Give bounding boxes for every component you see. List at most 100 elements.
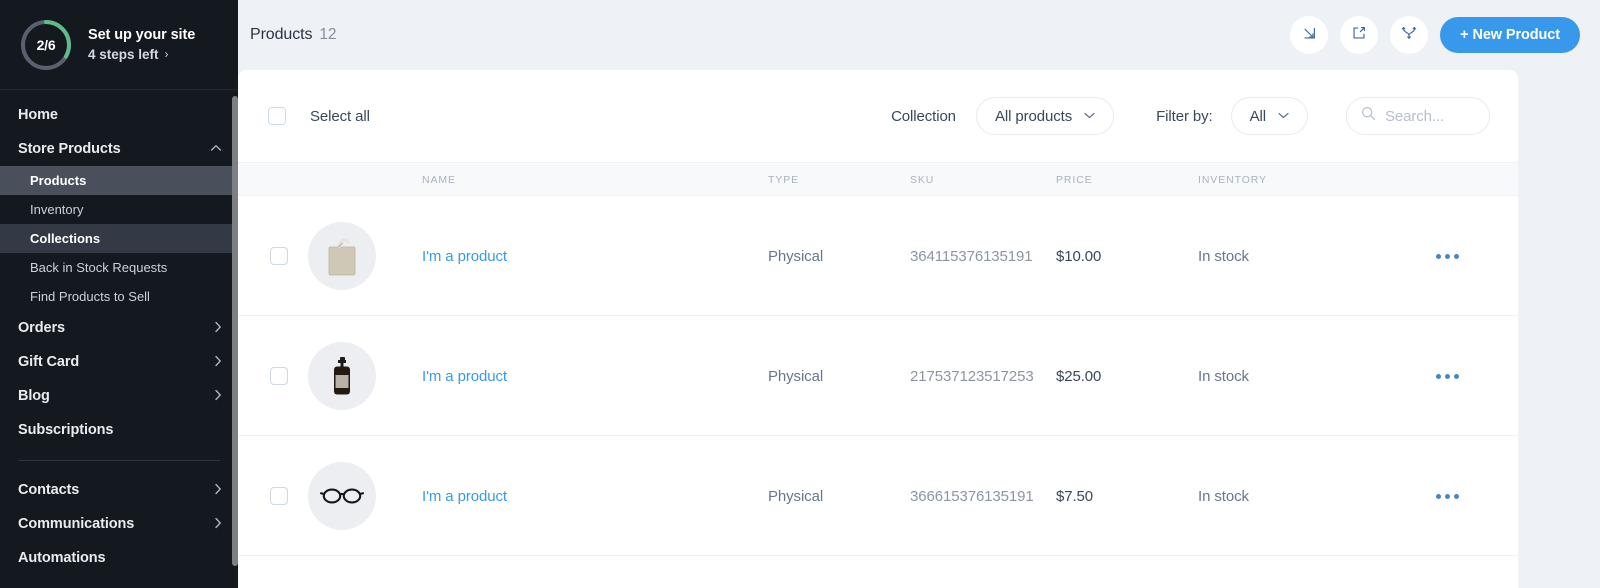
page-scrollbar[interactable] [1594,0,1600,588]
sidebar-divider [18,460,220,461]
table-body: I'm a product Physical 364115376135191 $10.… [238,196,1518,556]
collection-dropdown-value: All products [994,107,1073,125]
product-type: Physical [768,487,824,505]
chevron-down-icon [1278,111,1289,122]
setup-steps-left: 4 steps left [88,46,159,62]
chevron-right-icon [214,321,222,336]
more-icon-dot [1454,373,1459,379]
product-sku: 364115376135191 [910,247,1033,265]
column-header-price: PRICE [1056,174,1093,186]
more-icon-dot [1436,493,1441,499]
more-icon-dot [1454,253,1459,259]
sidebar-item-label: Home [18,107,58,123]
product-price: $25.00 [1056,367,1102,385]
setup-text: Set up your site 4 steps left › [88,26,195,64]
sidebar-item-orders[interactable]: Orders [0,311,238,345]
row-checkbox[interactable] [270,247,288,265]
product-price: $10.00 [1056,247,1102,265]
product-type: Physical [768,367,824,385]
sidebar-item-label: Orders [18,320,65,336]
sidebar-subitem-collections[interactable]: Collections [0,224,238,253]
select-all-label: Select all [310,107,370,125]
sidebar-item-label: Gift Card [18,354,80,370]
search-icon [1361,106,1376,126]
chevron-right-icon [214,517,222,532]
sidebar-subitem-label: Products [30,173,87,188]
setup-subtitle: 4 steps left › [88,45,195,64]
search-box[interactable] [1346,97,1490,135]
pump-bottle-thumbnail [308,342,376,410]
more-icon-dot [1445,253,1450,259]
row-checkbox[interactable] [270,487,288,505]
row-checkbox[interactable] [270,367,288,385]
top-bar: Products 12 + New Product [238,0,1600,70]
sidebar-item-label: Communications [18,516,135,532]
filter-by-dropdown-value: All [1249,107,1266,125]
tote-bag-thumbnail [308,222,376,290]
progress-ring-label: 2/6 [36,36,56,53]
sidebar-item-label: Store Products [18,141,121,157]
product-name-link[interactable]: I'm a product [422,196,507,316]
filter-by-dropdown[interactable]: All [1230,97,1308,135]
product-name-link[interactable]: I'm a product [422,436,507,556]
page-title: Products 12 [250,26,336,44]
sidebar-item-contacts[interactable]: Contacts [0,473,238,507]
progress-ring: 2/6 [18,17,74,73]
sidebar-subitem-back-in-stock-requests[interactable]: Back in Stock Requests [0,253,238,282]
sidebar-item-store-products[interactable]: Store Products [0,132,238,166]
more-icon-dot [1454,493,1459,499]
row-checkbox-cell [270,436,288,556]
sidebar-subitem-find-products-to-sell[interactable]: Find Products to Sell [0,282,238,311]
sidebar-item-label: Subscriptions [18,422,114,438]
column-header-inventory: INVENTORY [1198,174,1267,186]
column-header-type: TYPE [768,174,800,186]
product-inventory: In stock [1198,247,1249,265]
sidebar-item-communications[interactable]: Communications [0,507,238,541]
sidebar: 2/6 Set up your site 4 steps left › Home… [0,0,238,588]
row-actions-menu-button[interactable] [1436,316,1459,436]
chevron-right-icon: › [164,46,169,61]
sidebar-item-gift-card[interactable]: Gift Card [0,345,238,379]
product-type: Physical [768,247,824,265]
export-button[interactable] [1340,16,1379,54]
column-header-sku: SKU [910,174,935,186]
sidebar-item-subscriptions[interactable]: Subscriptions [0,413,238,447]
sidebar-subitem-inventory[interactable]: Inventory [0,195,238,224]
search-input[interactable] [1385,107,1475,125]
eyeglasses-thumbnail [308,462,376,530]
row-actions-menu-button[interactable] [1436,196,1459,316]
sync-icon [1400,24,1418,47]
more-icon-dot [1445,373,1450,379]
sidebar-item-automations[interactable]: Automations [0,541,238,575]
new-product-button[interactable]: + New Product [1440,17,1580,53]
sidebar-item-home[interactable]: Home [0,98,238,132]
row-checkbox-cell [270,196,288,316]
more-icon-dot [1436,373,1441,379]
sidebar-subitem-label: Find Products to Sell [30,289,150,304]
products-card: Select all Collection All products Filte… [238,70,1518,588]
sidebar-subitem-products[interactable]: Products [0,166,238,195]
table-row[interactable]: I'm a product Physical 217537123517253 $25.… [238,316,1518,436]
column-header-name: NAME [422,174,456,186]
collection-label: Collection [891,107,956,125]
sidebar-subitem-label: Collections [30,231,101,246]
sidebar-nav: Home Store Products Products Inventory Colle… [0,90,238,575]
setup-progress-card[interactable]: 2/6 Set up your site 4 steps left › [0,0,238,90]
chevron-right-icon [214,483,222,498]
collection-dropdown[interactable]: All products [975,97,1115,135]
sync-button[interactable] [1390,16,1429,54]
more-icon-dot [1445,493,1450,499]
table-row[interactable]: I'm a product Physical 366615376135191 $7.5… [238,436,1518,556]
product-inventory: In stock [1198,487,1249,505]
import-button[interactable] [1290,16,1329,54]
sidebar-item-label: Blog [18,388,50,404]
product-name-link[interactable]: I'm a product [422,316,507,436]
row-actions-menu-button[interactable] [1436,436,1459,556]
sidebar-item-label: Contacts [18,482,80,498]
select-all-checkbox[interactable] [268,107,286,125]
sidebar-item-blog[interactable]: Blog [0,379,238,413]
row-checkbox-cell [270,316,288,436]
import-icon [1300,24,1318,47]
product-price: $7.50 [1056,487,1094,505]
table-row[interactable]: I'm a product Physical 364115376135191 $10.… [238,196,1518,316]
